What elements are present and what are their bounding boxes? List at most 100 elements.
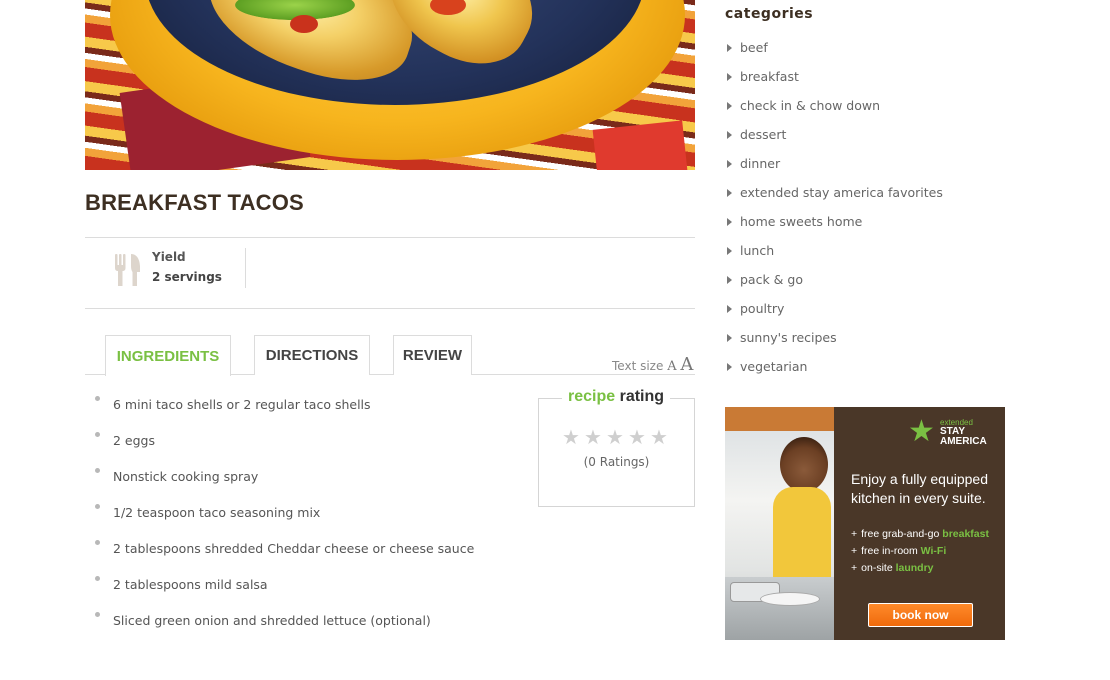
category-link[interactable]: dessert (727, 120, 943, 149)
bullet-icon (95, 540, 100, 545)
ingredient-item: 1/2 teaspoon taco seasoning mix (95, 501, 474, 537)
ingredient-item: Sliced green onion and shredded lettuce … (95, 609, 474, 645)
category-link[interactable]: pack & go (727, 265, 943, 294)
category-link[interactable]: check in & chow down (727, 91, 943, 120)
bullet-icon (95, 432, 100, 437)
rating-title-word2: rating (619, 388, 665, 405)
ad-features-list: + free grab-and-go breakfast + free in-roo… (851, 528, 989, 579)
star-icon[interactable]: ★ (650, 427, 668, 447)
category-label: breakfast (740, 69, 799, 84)
category-link[interactable]: dinner (727, 149, 943, 178)
ingredient-text: 2 tablespoons mild salsa (113, 577, 268, 592)
bullet-icon (95, 396, 100, 401)
ingredient-item: 2 tablespoons mild salsa (95, 573, 474, 609)
ingredient-text: Sliced green onion and shredded lettuce … (113, 613, 431, 628)
rating-title: recipe rating (562, 388, 671, 406)
category-label: pack & go (740, 272, 803, 287)
caret-right-icon (727, 130, 732, 139)
category-label: beef (740, 40, 768, 55)
category-link[interactable]: breakfast (727, 62, 943, 91)
caret-right-icon (727, 362, 732, 371)
category-label: poultry (740, 301, 785, 316)
ad-feature-highlight: Wi-Fi (920, 545, 947, 557)
divider (245, 248, 246, 288)
category-link[interactable]: beef (727, 33, 943, 62)
ad-feature-highlight: laundry (895, 562, 934, 574)
tab-review[interactable]: REVIEW (393, 335, 472, 375)
caret-right-icon (727, 304, 732, 313)
ad-feature-item: + on-site laundry (851, 562, 989, 579)
rating-stars: ★ ★ ★ ★ ★ (562, 427, 668, 447)
category-label: home sweets home (740, 214, 863, 229)
bullet-icon (95, 576, 100, 581)
ad-kitchen-photo (725, 407, 834, 640)
text-size-small-button[interactable]: A (667, 359, 676, 374)
caret-right-icon (727, 101, 732, 110)
person-graphic (780, 437, 828, 492)
ingredient-text: 2 eggs (113, 433, 155, 448)
ad-feature-item: + free in-room Wi-Fi (851, 545, 989, 562)
tab-ingredients[interactable]: INGREDIENTS (105, 335, 231, 376)
recipe-hero-image (85, 0, 695, 170)
ad-feature-highlight: breakfast (942, 528, 989, 540)
ad-feature-prefix: free in-room (861, 545, 918, 557)
caret-right-icon (727, 43, 732, 52)
category-label: dinner (740, 156, 781, 171)
ingredient-item: 2 tablespoons shredded Cheddar cheese or… (95, 537, 474, 573)
divider (85, 308, 695, 309)
caret-right-icon (727, 333, 732, 342)
fork-knife-icon (113, 252, 145, 288)
ingredient-text: 6 mini taco shells or 2 regular taco she… (113, 397, 371, 412)
category-link[interactable]: home sweets home (727, 207, 943, 236)
ad-feature-prefix: on-site (861, 562, 893, 574)
ad-logo-america: AMERICA (940, 436, 987, 447)
ingredient-text: 2 tablespoons shredded Cheddar cheese or… (113, 541, 475, 556)
category-label: lunch (740, 243, 775, 258)
ingredient-text: 1/2 teaspoon taco seasoning mix (113, 505, 321, 520)
text-size-label: Text size (612, 359, 664, 373)
ingredient-text: Nonstick cooking spray (113, 469, 259, 484)
category-link[interactable]: extended stay america favorites (727, 178, 943, 207)
category-label: extended stay america favorites (740, 185, 943, 200)
category-link[interactable]: lunch (727, 236, 943, 265)
tomato-graphic (290, 15, 318, 33)
yield-label: Yield (152, 250, 186, 264)
caret-right-icon (727, 159, 732, 168)
recipe-rating-box (538, 398, 695, 507)
ad-headline: Enjoy a fully equipped kitchen in every … (851, 471, 988, 506)
ingredient-item: 2 eggs (95, 429, 474, 465)
cabinet-graphic (725, 407, 834, 431)
caret-right-icon (727, 246, 732, 255)
tab-directions[interactable]: DIRECTIONS (254, 335, 370, 375)
ingredients-list: 6 mini taco shells or 2 regular taco she… (95, 393, 474, 645)
bullet-icon (95, 468, 100, 473)
ingredient-item: 6 mini taco shells or 2 regular taco she… (95, 393, 474, 429)
bullet-icon (95, 612, 100, 617)
text-size-large-button[interactable]: A (680, 354, 693, 375)
category-link[interactable]: sunny's recipes (727, 323, 943, 352)
rating-title-word1: recipe (568, 388, 616, 405)
book-now-button[interactable]: book now (868, 603, 973, 627)
yield-value: 2 servings (152, 270, 222, 284)
bullet-icon (95, 504, 100, 509)
ratings-count: (0 Ratings) (583, 455, 650, 469)
category-label: dessert (740, 127, 787, 142)
recipe-title: BREAKFAST TACOS (85, 190, 304, 215)
star-icon[interactable]: ★ (628, 427, 646, 447)
caret-right-icon (727, 188, 732, 197)
plus-icon: + (851, 562, 858, 574)
categories-heading: categories (725, 6, 814, 22)
plus-icon: + (851, 528, 858, 540)
divider (85, 237, 695, 238)
category-link[interactable]: poultry (727, 294, 943, 323)
category-link[interactable]: vegetarian (727, 352, 943, 381)
caret-right-icon (727, 217, 732, 226)
red-block-graphic (592, 120, 688, 170)
plate-graphic (760, 592, 820, 606)
star-icon[interactable]: ★ (606, 427, 624, 447)
category-label: check in & chow down (740, 98, 881, 113)
categories-list: beef breakfast check in & chow down dess… (727, 33, 943, 381)
caret-right-icon (727, 275, 732, 284)
star-icon[interactable]: ★ (584, 427, 602, 447)
star-icon[interactable]: ★ (562, 427, 580, 447)
